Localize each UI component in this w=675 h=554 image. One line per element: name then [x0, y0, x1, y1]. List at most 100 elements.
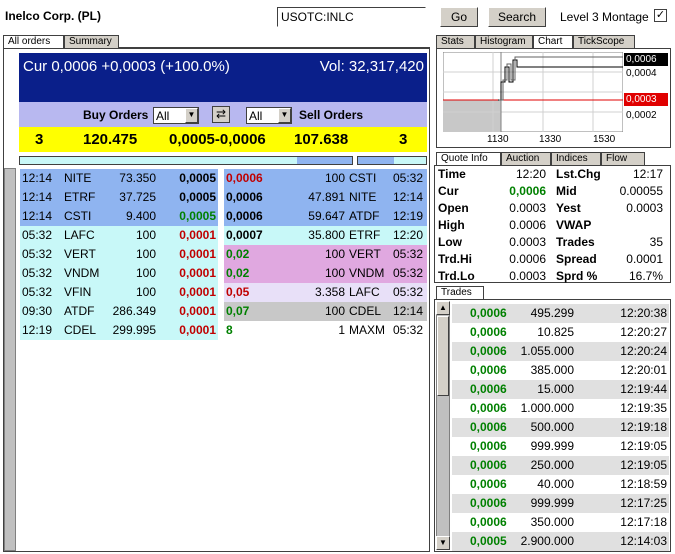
trade-time: 12:19:05: [620, 458, 667, 472]
sell-filter-select[interactable]: All ▼: [246, 107, 292, 124]
tab-tickscope[interactable]: TickScope: [573, 35, 635, 48]
order-price: 0,0006: [226, 171, 263, 185]
chevron-down-icon[interactable]: ▼: [185, 108, 198, 123]
market-maker: ETRF: [64, 190, 96, 204]
trade-row[interactable]: 0,0006 500.000 12:19:18: [452, 418, 669, 437]
order-price: 0,05: [226, 285, 250, 299]
order-size: 286.349: [112, 304, 156, 318]
order-time: 12:20: [392, 228, 423, 242]
order-price: 0,0001: [179, 266, 216, 280]
chart-price-label-1: 0,0006: [624, 53, 668, 66]
swap-icon[interactable]: ⇄: [212, 106, 230, 123]
tab-flow[interactable]: Flow: [601, 152, 645, 165]
order-time: 12:14: [392, 304, 423, 318]
trade-size: 10.825: [537, 325, 574, 339]
market-maker: VNDM: [349, 266, 385, 280]
trade-price: 0,0006: [470, 477, 507, 491]
sell-order-row[interactable]: 0,02 100 VNDM 05:32: [224, 264, 427, 283]
trade-row[interactable]: 0,0006 15.000 12:19:44: [452, 380, 669, 399]
order-time: 12:14: [392, 190, 423, 204]
sell-order-row[interactable]: 0,0006 59.647 ATDF 12:19: [224, 207, 427, 226]
sell-order-row[interactable]: 0,07 100 CDEL 12:14: [224, 302, 427, 321]
buy-order-row[interactable]: 12:19 CDEL 299.995 0,0001: [20, 321, 218, 340]
buy-order-row[interactable]: 12:14 CSTI 9.400 0,0005: [20, 207, 218, 226]
sell-order-row[interactable]: 8 1 MAXM 05:32: [224, 321, 427, 340]
tab-trades[interactable]: Trades: [436, 286, 484, 299]
trade-row[interactable]: 0,0006 40.000 12:18:59: [452, 475, 669, 494]
order-size: 73.350: [119, 171, 156, 185]
order-time: 05:32: [392, 247, 423, 261]
tab-histogram[interactable]: Histogram: [475, 35, 533, 48]
trade-row[interactable]: 0,0006 10.825 12:20:27: [452, 323, 669, 342]
market-maker: MAXM: [349, 323, 385, 337]
trade-price: 0,0006: [470, 458, 507, 472]
trade-row[interactable]: 0,0006 495.299 12:20:38: [452, 304, 669, 323]
quote-value: 12:20: [515, 167, 546, 181]
tab-stats[interactable]: Stats: [436, 35, 475, 48]
tab-auction[interactable]: Auction: [501, 152, 551, 165]
search-button[interactable]: Search: [488, 7, 546, 27]
quote-value: 16.7%: [628, 269, 663, 283]
tab-indices[interactable]: Indices: [551, 152, 601, 165]
order-time: 05:32: [392, 323, 423, 337]
order-price: 0,0001: [179, 228, 216, 242]
level3-checkbox[interactable]: ✓: [654, 9, 667, 22]
trade-row[interactable]: 0,0006 250.000 12:19:05: [452, 456, 669, 475]
trade-time: 12:20:24: [620, 344, 667, 358]
order-time: 05:32: [392, 266, 423, 280]
tab-chart[interactable]: Chart: [533, 35, 573, 48]
sell-order-row[interactable]: 0,0007 35.800 ETRF 12:20: [224, 226, 427, 245]
go-button[interactable]: Go: [440, 7, 478, 27]
trade-size: 495.299: [530, 306, 574, 320]
buy-order-row[interactable]: 12:14 ETRF 37.725 0,0005: [20, 188, 218, 207]
chevron-down-icon[interactable]: ▼: [278, 108, 291, 123]
quote-label: Trd.Hi: [438, 252, 473, 266]
quote-value: 0.0003: [509, 201, 546, 215]
order-price: 0,0005: [179, 190, 216, 204]
market-maker: CDEL: [64, 323, 97, 337]
buy-order-row[interactable]: 05:32 VNDM 100 0,0001: [20, 264, 218, 283]
trade-time: 12:20:38: [620, 306, 667, 320]
scroll-down-icon[interactable]: ▼: [436, 536, 450, 550]
sell-order-row[interactable]: 0,02 100 VERT 05:32: [224, 245, 427, 264]
chart-price-label-2: 0,0004: [626, 68, 657, 79]
trade-row[interactable]: 0,0006 1.000.000 12:19:35: [452, 399, 669, 418]
trade-size: 999.999: [530, 496, 574, 510]
tab-summary[interactable]: Summary: [64, 35, 119, 48]
inside-spread: 0,0005-0,0006: [169, 131, 266, 148]
order-price: 0,0001: [179, 304, 216, 318]
trade-row[interactable]: 0,0006 999.999 12:17:25: [452, 494, 669, 513]
buy-order-row[interactable]: 05:32 LAFC 100 0,0001: [20, 226, 218, 245]
order-size: 299.995: [112, 323, 156, 337]
trade-price: 0,0005: [470, 534, 507, 548]
order-time: 05:32: [392, 285, 423, 299]
tab-quote-info[interactable]: Quote Info: [436, 152, 501, 165]
buy-order-row[interactable]: 12:14 NITE 73.350 0,0005: [20, 169, 218, 188]
trade-price: 0,0006: [470, 420, 507, 434]
market-maker: VNDM: [64, 266, 100, 280]
trade-price: 0,0006: [470, 382, 507, 396]
sell-orders-label: Sell Orders: [299, 108, 364, 122]
symbol-input[interactable]: USOTC:INLC: [277, 7, 426, 27]
trade-price: 0,0006: [470, 515, 507, 529]
tab-all-orders[interactable]: All orders: [3, 35, 64, 48]
sell-order-row[interactable]: 0,0006 47.891 NITE 12:14: [224, 188, 427, 207]
buy-order-row[interactable]: 05:32 VFIN 100 0,0001: [20, 283, 218, 302]
buy-filter-select[interactable]: All ▼: [153, 107, 199, 124]
buy-order-row[interactable]: 05:32 VERT 100 0,0001: [20, 245, 218, 264]
buy-order-row[interactable]: 09:30 ATDF 286.349 0,0001: [20, 302, 218, 321]
trade-time: 12:20:01: [620, 363, 667, 377]
chart-time-label-2: 1330: [539, 134, 562, 145]
trade-row[interactable]: 0,0006 350.000 12:17:18: [452, 513, 669, 532]
trade-row[interactable]: 0,0005 2.900.000 12:14:03: [452, 532, 669, 551]
sell-order-row[interactable]: 0,05 3.358 LAFC 05:32: [224, 283, 427, 302]
orders-scrollbar[interactable]: [4, 168, 16, 551]
order-price: 0,0007: [226, 228, 263, 242]
trade-row[interactable]: 0,0006 999.999 12:19:05: [452, 437, 669, 456]
sell-order-row[interactable]: 0,0006 100 CSTI 05:32: [224, 169, 427, 188]
trade-row[interactable]: 0,0006 385.000 12:20:01: [452, 361, 669, 380]
volume-area: [443, 100, 501, 132]
scroll-thumb[interactable]: [437, 316, 449, 396]
trade-row[interactable]: 0,0006 1.055.000 12:20:24: [452, 342, 669, 361]
scroll-up-icon[interactable]: ▲: [436, 301, 450, 315]
